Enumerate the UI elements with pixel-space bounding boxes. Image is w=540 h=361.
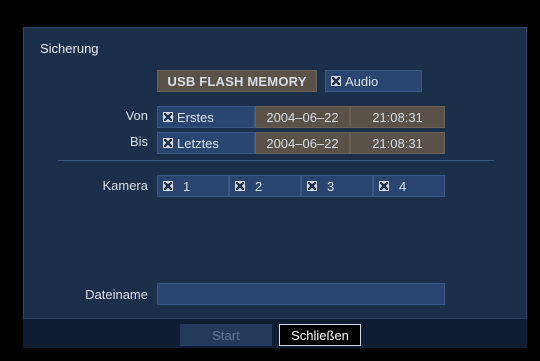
to-time-field[interactable]: 21:08:31 [350, 132, 445, 154]
from-mode-checkbox[interactable]: Erstes [157, 106, 255, 128]
checkbox-checked-icon [331, 76, 341, 86]
from-date-value: 2004–06–22 [266, 109, 339, 125]
camera-4-checkbox[interactable]: 4 [373, 175, 445, 197]
audio-checkbox[interactable]: Audio [325, 70, 422, 92]
filename-label: Dateiname [85, 287, 148, 302]
from-time-field[interactable]: 21:08:31 [350, 106, 445, 128]
from-time-value: 21:08:31 [372, 109, 423, 125]
camera-3-label: 3 [327, 178, 335, 194]
dialog-footer [23, 318, 527, 348]
start-button[interactable]: Start [180, 324, 272, 346]
filename-input[interactable] [157, 283, 445, 305]
from-label: Von [125, 108, 148, 123]
camera-1-label: 1 [183, 178, 191, 194]
checkbox-checked-icon [379, 181, 389, 191]
checkbox-checked-icon [163, 112, 173, 122]
camera-1-checkbox[interactable]: 1 [157, 175, 229, 197]
to-mode-checkbox[interactable]: Letztes [157, 132, 255, 154]
to-date-field[interactable]: 2004–06–22 [255, 132, 350, 154]
camera-4-label: 4 [399, 178, 407, 194]
checkbox-checked-icon [235, 181, 245, 191]
to-date-value: 2004–06–22 [266, 135, 339, 151]
dialog-title: Sicherung [40, 41, 99, 56]
camera-label: Kamera [102, 178, 148, 193]
audio-label: Audio [345, 73, 379, 89]
close-button-label: Schließen [291, 327, 349, 343]
device-select[interactable]: USB FLASH MEMORY [157, 70, 317, 92]
from-mode-label: Erstes [177, 109, 214, 125]
checkbox-checked-icon [163, 138, 173, 148]
from-date-field[interactable]: 2004–06–22 [255, 106, 350, 128]
checkbox-checked-icon [307, 181, 317, 191]
start-button-label: Start [212, 327, 240, 343]
to-mode-label: Letztes [177, 135, 219, 151]
camera-3-checkbox[interactable]: 3 [301, 175, 373, 197]
checkbox-checked-icon [163, 181, 173, 191]
device-label: USB FLASH MEMORY [167, 73, 307, 89]
camera-2-label: 2 [255, 178, 263, 194]
camera-2-checkbox[interactable]: 2 [229, 175, 301, 197]
to-label: Bis [129, 134, 148, 149]
section-divider [58, 160, 494, 161]
close-button[interactable]: Schließen [279, 324, 361, 346]
to-time-value: 21:08:31 [372, 135, 423, 151]
